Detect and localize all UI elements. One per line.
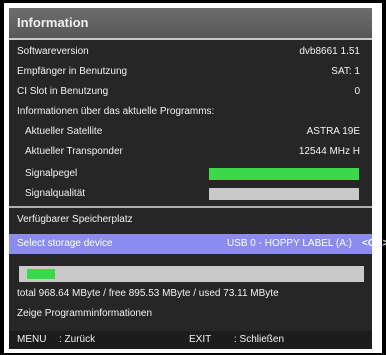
program-info-row[interactable]: Zeige Programminformationen	[9, 304, 372, 324]
section-label: Informationen über das aktuelle Programm…	[17, 106, 215, 117]
storage-select-value: USB 0 - HOPPY LABEL (A:)	[226, 238, 352, 249]
info-label: CI Slot in Benutzung	[17, 86, 109, 97]
storage-usage-bar	[19, 266, 364, 282]
info-label: Aktueller Transponder	[25, 146, 123, 157]
signal-quality-row: Signalqualität	[9, 184, 372, 204]
storage-device-selector[interactable]: Select storage device USB 0 - HOPPY LABE…	[9, 234, 372, 254]
signal-level-fill	[209, 168, 359, 180]
info-label: Empfänger in Benutzung	[17, 66, 128, 77]
info-value: dvb8661 1.51	[299, 46, 360, 57]
information-panel: Information Softwareversion dvb8661 1.51…	[9, 8, 372, 349]
signal-level-row: Signalpegel	[9, 164, 372, 184]
info-label: Softwareversion	[17, 46, 89, 57]
signal-level-label: Signalpegel	[25, 168, 78, 179]
program-info-label: Zeige Programminformationen	[17, 308, 153, 319]
title-bar: Information	[9, 8, 372, 40]
screen-frame: Information Softwareversion dvb8661 1.51…	[4, 3, 382, 353]
page-title: Information	[17, 15, 89, 30]
storage-summary: total 968.64 MByte / free 895.53 MByte /…	[17, 288, 279, 299]
info-row-ci-slot: CI Slot in Benutzung 0	[9, 82, 372, 102]
ok-hint: <OK>	[362, 238, 386, 249]
signal-quality-label: Signalqualität	[25, 188, 86, 199]
signal-level-bar	[209, 168, 359, 180]
info-row-receiver: Empfänger in Benutzung SAT: 1	[9, 62, 372, 82]
info-value: 0	[354, 86, 360, 97]
storage-select-label: Select storage device	[17, 238, 113, 249]
storage-header-row: Verfügbarer Speicherplatz	[9, 210, 372, 230]
storage-usage-fill	[27, 269, 55, 279]
info-value: SAT: 1	[331, 66, 360, 77]
signal-quality-bar	[209, 188, 359, 200]
exit-action: : Schließen	[234, 334, 285, 345]
info-row-satellite: Aktueller Satellite ASTRA 19E	[9, 122, 372, 142]
menu-key[interactable]: MENU	[17, 331, 46, 349]
info-value: 12544 MHz H	[298, 146, 360, 157]
storage-summary-row: total 968.64 MByte / free 895.53 MByte /…	[9, 284, 372, 304]
info-label: Aktueller Satellite	[25, 126, 103, 137]
menu-action: : Zurück	[59, 334, 96, 345]
info-row-program-header: Informationen über das aktuelle Programm…	[9, 102, 372, 122]
info-value: ASTRA 19E	[306, 126, 360, 137]
info-row-software-version: Softwareversion dvb8661 1.51	[9, 42, 372, 62]
exit-key[interactable]: EXIT	[189, 331, 211, 349]
divider	[9, 206, 372, 208]
footer-bar: MENU : Zurück EXIT : Schließen	[9, 331, 372, 349]
storage-header: Verfügbarer Speicherplatz	[17, 214, 133, 225]
info-row-transponder: Aktueller Transponder 12544 MHz H	[9, 142, 372, 162]
